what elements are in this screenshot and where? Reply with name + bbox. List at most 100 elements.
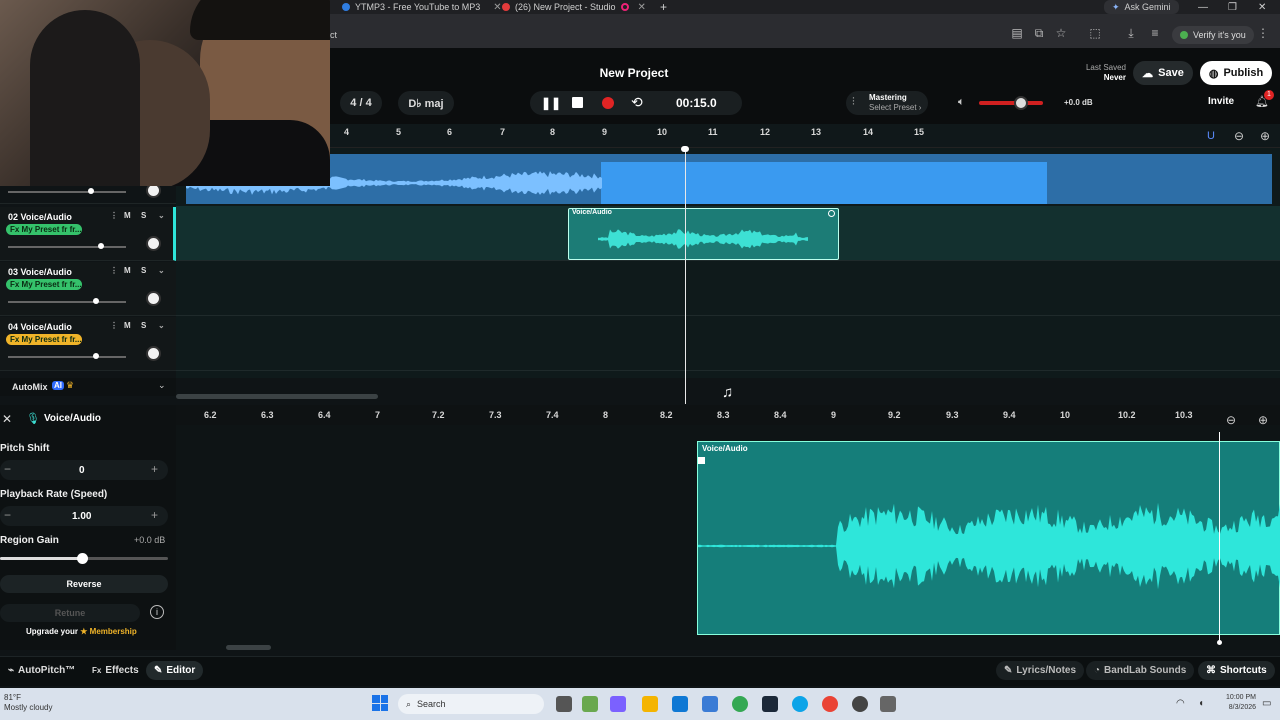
fx-preset-pill[interactable]: Fx My Preset fr fr... bbox=[6, 279, 82, 290]
tab-studio[interactable]: (26) New Project - Studio ✕ bbox=[502, 0, 646, 14]
minus-icon[interactable]: − bbox=[4, 508, 11, 522]
editor-playhead-handle[interactable] bbox=[1217, 640, 1222, 645]
editor-scrollbar[interactable] bbox=[226, 645, 271, 650]
chrome-profile-icon[interactable] bbox=[822, 696, 838, 712]
obs-icon[interactable] bbox=[852, 696, 868, 712]
track-header[interactable]: 02 Voice/Audio Fx My Preset fr fr... ⋮ M… bbox=[0, 207, 176, 261]
mute-speaker-icon[interactable]: 🔈︎ bbox=[958, 96, 965, 109]
fx-preset-pill[interactable]: Fx My Preset fr fr... bbox=[6, 224, 82, 235]
autopitch-button[interactable]: ⌁ AutoPitch™ bbox=[0, 661, 83, 680]
widgets-icon[interactable] bbox=[582, 696, 598, 712]
editor-playhead[interactable] bbox=[1219, 432, 1220, 644]
track-name[interactable]: 03 Voice/Audio bbox=[8, 267, 72, 277]
tab-ytmp3[interactable]: YTMP3 - Free YouTube to MP3 ✕ bbox=[342, 0, 502, 14]
loop-icon[interactable]: ⟲ bbox=[631, 94, 643, 111]
menu-icon[interactable]: ⋮ bbox=[1256, 26, 1270, 40]
screenshot-icon[interactable]: ⧉ bbox=[1032, 26, 1046, 40]
more-icon[interactable]: ⋮ bbox=[110, 266, 118, 275]
publish-button[interactable]: ◍ Publish bbox=[1200, 61, 1272, 85]
volume-slider[interactable] bbox=[8, 353, 126, 359]
mute-button[interactable]: M bbox=[124, 211, 131, 220]
solo-button[interactable]: S bbox=[141, 321, 146, 330]
speaker-icon[interactable]: ◖ bbox=[1198, 698, 1204, 709]
effects-button[interactable]: Fx Effects bbox=[84, 661, 147, 680]
track-name[interactable]: 04 Voice/Audio bbox=[8, 322, 72, 332]
zoom-out-icon[interactable]: ⊖ bbox=[1234, 129, 1244, 143]
volume-slider[interactable] bbox=[8, 243, 126, 249]
slider-thumb[interactable] bbox=[93, 353, 99, 359]
close-window-icon[interactable]: ✕ bbox=[1258, 0, 1266, 14]
editor-button[interactable]: ✎ Editor bbox=[146, 661, 204, 680]
pan-knob[interactable] bbox=[146, 236, 161, 251]
app-icon[interactable] bbox=[702, 696, 718, 712]
close-icon[interactable]: ✕ bbox=[493, 2, 501, 13]
track-name[interactable]: 02 Voice/Audio bbox=[8, 212, 72, 222]
slider-thumb[interactable] bbox=[88, 188, 94, 194]
chevron-down-icon[interactable]: ⌄ bbox=[158, 321, 165, 330]
steam-icon[interactable] bbox=[762, 696, 778, 712]
track-header[interactable]: 04 Voice/Audio Fx My Preset fr fr... ⋮ M… bbox=[0, 317, 176, 371]
playback-rate-value[interactable]: 1.00 bbox=[72, 511, 91, 522]
clock[interactable]: 10:00 PM 8/3/2026 bbox=[1214, 693, 1256, 713]
close-icon[interactable]: ✕ bbox=[638, 2, 646, 13]
star-icon[interactable]: ☆ bbox=[1054, 26, 1068, 40]
ask-gemini-button[interactable]: ✦ Ask Gemini bbox=[1104, 0, 1179, 14]
playlist-icon[interactable]: ≡ bbox=[1148, 26, 1162, 40]
region-gain-thumb[interactable] bbox=[77, 553, 88, 564]
solo-button[interactable]: S bbox=[141, 266, 146, 275]
weather-widget[interactable]: 81°F Mostly cloudy bbox=[4, 693, 52, 713]
notifications-icon[interactable]: ▭ bbox=[1262, 698, 1271, 709]
horizontal-scrollbar[interactable] bbox=[176, 394, 378, 399]
more-icon[interactable]: ⋮ bbox=[110, 321, 118, 330]
master-volume-slider[interactable] bbox=[979, 101, 1043, 105]
music-note-add-icon[interactable]: ♫ bbox=[722, 384, 733, 401]
file-explorer-icon[interactable] bbox=[642, 696, 658, 712]
slider-thumb[interactable] bbox=[93, 298, 99, 304]
taskbar-search[interactable]: ⌕ Search bbox=[398, 694, 544, 714]
edge-icon[interactable] bbox=[792, 696, 808, 712]
reader-icon[interactable]: ▤ bbox=[1010, 26, 1024, 40]
url-text[interactable]: ct bbox=[330, 30, 337, 40]
clip-start-handle[interactable] bbox=[698, 457, 705, 464]
bandlab-sounds-button[interactable]: ◔ BandLab Sounds bbox=[1086, 661, 1195, 680]
extensions-icon[interactable]: ⬚ bbox=[1088, 26, 1102, 40]
invite-button[interactable]: Invite bbox=[1208, 96, 1234, 107]
fx-preset-pill[interactable]: Fx My Preset fr fr... bbox=[6, 334, 82, 345]
stop-icon[interactable] bbox=[572, 97, 583, 108]
track-01-volume-slider[interactable] bbox=[8, 188, 126, 194]
upgrade-text[interactable]: Upgrade your ★ Membership bbox=[26, 627, 137, 636]
save-button[interactable]: ☁ Save bbox=[1133, 61, 1193, 85]
teams-icon[interactable] bbox=[610, 696, 626, 712]
clip-loop-handle-icon[interactable] bbox=[828, 210, 835, 217]
maximize-icon[interactable]: ❐ bbox=[1228, 0, 1237, 14]
membership-link[interactable]: Membership bbox=[90, 627, 137, 636]
minimize-icon[interactable]: — bbox=[1198, 0, 1208, 14]
lane-04[interactable] bbox=[176, 316, 1280, 371]
task-view-icon[interactable] bbox=[556, 696, 572, 712]
download-icon[interactable]: ⤓ bbox=[1124, 26, 1138, 40]
time-signature[interactable]: 4 / 4 bbox=[340, 91, 382, 115]
wifi-icon[interactable]: ◠ bbox=[1176, 698, 1185, 709]
key-selector[interactable]: D♭ maj bbox=[398, 91, 454, 115]
lane-03[interactable] bbox=[176, 261, 1280, 316]
chevron-down-icon[interactable]: ⌄ bbox=[158, 266, 165, 275]
playhead-handle[interactable] bbox=[681, 146, 689, 152]
pan-knob[interactable] bbox=[146, 291, 161, 306]
close-editor-icon[interactable]: ✕ bbox=[2, 412, 12, 426]
shortcuts-button[interactable]: ⌘ Shortcuts bbox=[1198, 661, 1275, 680]
automix-row[interactable]: AutoMix AI ♛ ⌄ bbox=[0, 378, 176, 396]
new-tab-button[interactable]: + bbox=[660, 0, 667, 14]
track-header[interactable]: 03 Voice/Audio Fx My Preset fr fr... ⋮ M… bbox=[0, 262, 176, 316]
outlook-icon[interactable] bbox=[672, 696, 688, 712]
mute-button[interactable]: M bbox=[124, 321, 131, 330]
chevron-down-icon[interactable]: ⌄ bbox=[158, 380, 166, 391]
pitch-shift-value[interactable]: 0 bbox=[79, 465, 85, 476]
info-icon[interactable]: i bbox=[150, 605, 164, 619]
lyrics-notes-button[interactable]: ✎ Lyrics/Notes bbox=[996, 661, 1085, 680]
playhead[interactable] bbox=[685, 148, 686, 404]
volume-slider[interactable] bbox=[8, 298, 126, 304]
record-icon[interactable] bbox=[602, 97, 614, 109]
chrome-icon[interactable] bbox=[732, 696, 748, 712]
retune-button[interactable]: Retune bbox=[0, 604, 140, 622]
more-icon[interactable]: ⋮ bbox=[110, 211, 118, 220]
